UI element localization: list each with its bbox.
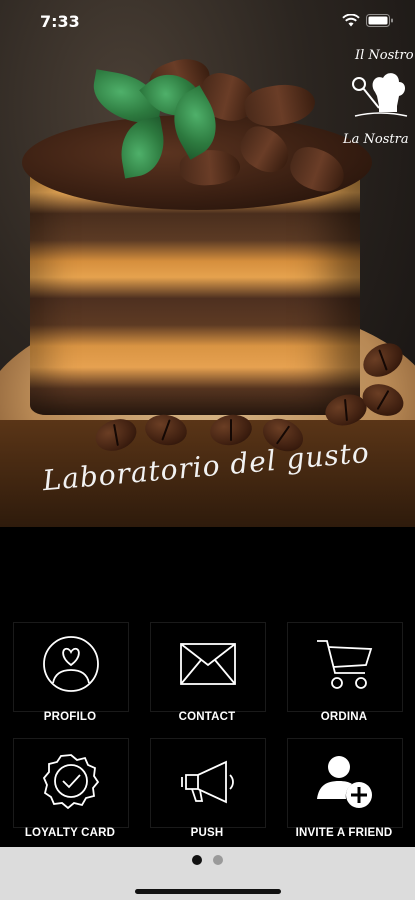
tile-label-push[interactable]: PUSH xyxy=(137,827,277,839)
tile-loyalty-card[interactable] xyxy=(13,738,129,828)
megaphone-icon xyxy=(181,760,234,804)
tile-push[interactable] xyxy=(150,738,266,828)
status-time: 7:33 xyxy=(40,12,80,31)
chef-hat-icon xyxy=(352,73,408,117)
tile-invite-friend[interactable] xyxy=(287,738,403,828)
profile-heart-icon xyxy=(43,636,99,692)
restaurant-logo: Il Nostro La Nostra xyxy=(343,40,415,160)
status-bar: 7:33 xyxy=(0,0,415,44)
tile-label-contact[interactable]: CONTACT xyxy=(137,711,277,723)
wifi-icon xyxy=(342,14,360,27)
tile-contact[interactable] xyxy=(150,622,266,712)
tile-label-ordina[interactable]: ORDINA xyxy=(274,711,414,723)
loyalty-badge-icon xyxy=(43,754,99,809)
shopping-cart-icon xyxy=(317,640,373,689)
status-icons xyxy=(342,14,393,27)
tile-label-loyalty-card[interactable]: LOYALTY CARD xyxy=(0,827,140,839)
add-user-icon xyxy=(317,756,372,808)
battery-icon xyxy=(366,14,393,27)
tile-label-profilo[interactable]: PROFILO xyxy=(0,711,140,723)
tile-label-invite-friend[interactable]: INVITE A FRIEND xyxy=(274,827,414,839)
home-indicator[interactable] xyxy=(135,889,281,894)
envelope-icon xyxy=(180,643,236,685)
page-dot-active[interactable] xyxy=(192,855,202,865)
hero-image: Il Nostro La Nostra Laboratorio del gust… xyxy=(0,0,415,527)
tile-profilo[interactable] xyxy=(13,622,129,712)
page-dot-inactive[interactable] xyxy=(213,855,223,865)
logo-text-bottom: La Nostra xyxy=(343,132,409,147)
tile-ordina[interactable] xyxy=(287,622,403,712)
logo-text-top: Il Nostro xyxy=(355,48,414,63)
